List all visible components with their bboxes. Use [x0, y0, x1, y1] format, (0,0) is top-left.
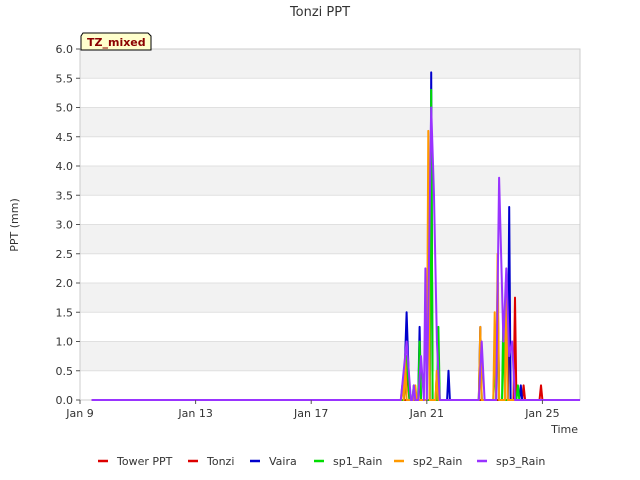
legend-label-sp2-rain: sp2_Rain — [413, 455, 462, 468]
plot-band — [80, 49, 580, 79]
plot-band — [80, 224, 580, 254]
y-tick-label: 3.0 — [56, 219, 74, 232]
legend-label-sp1-rain: sp1_Rain — [333, 455, 382, 468]
plot-band — [80, 107, 580, 137]
y-tick-label: 2.5 — [56, 248, 74, 261]
y-tick-label: 1.0 — [56, 336, 74, 349]
legend-label-tonzi: Tonzi — [206, 455, 234, 468]
x-axis-label: Time — [550, 423, 578, 436]
x-tick-label: Jan 17 — [293, 407, 328, 420]
y-tick-label: 4.5 — [56, 131, 74, 144]
legend-label-sp3-rain: sp3_Rain — [496, 455, 545, 468]
y-tick-label: 3.5 — [56, 189, 74, 202]
chart-title: Tonzi PPT — [289, 5, 350, 20]
plot-band — [80, 195, 580, 225]
y-tick-label: 5.0 — [56, 102, 74, 115]
legend-label-tower-ppt: Tower PPT — [116, 455, 173, 468]
y-tick-label: 0.5 — [56, 365, 74, 378]
x-tick-label: Jan 21 — [409, 407, 444, 420]
plot-band — [80, 166, 580, 196]
y-tick-label: 0.0 — [56, 394, 74, 407]
ppt-chart: 0.00.51.01.52.02.53.03.54.04.55.05.56.0 … — [0, 0, 640, 480]
y-axis-label: PPT (mm) — [8, 198, 21, 252]
y-tick-label: 1.5 — [56, 306, 74, 319]
y-tick-label: 4.0 — [56, 160, 74, 173]
legend-label-vaira: Vaira — [269, 455, 297, 468]
x-tick-label: Jan 9 — [65, 407, 93, 420]
y-tick-label: 2.0 — [56, 277, 74, 290]
y-tick-label: 5.5 — [56, 72, 74, 85]
plot-band — [80, 78, 580, 108]
y-tick-label: 6.0 — [56, 43, 74, 56]
badge-label: TZ_mixed — [87, 36, 146, 49]
site-badge: TZ_mixed — [80, 32, 152, 51]
plot-band — [80, 136, 580, 166]
x-tick-label: Jan 13 — [177, 407, 212, 420]
x-tick-label: Jan 25 — [524, 407, 559, 420]
